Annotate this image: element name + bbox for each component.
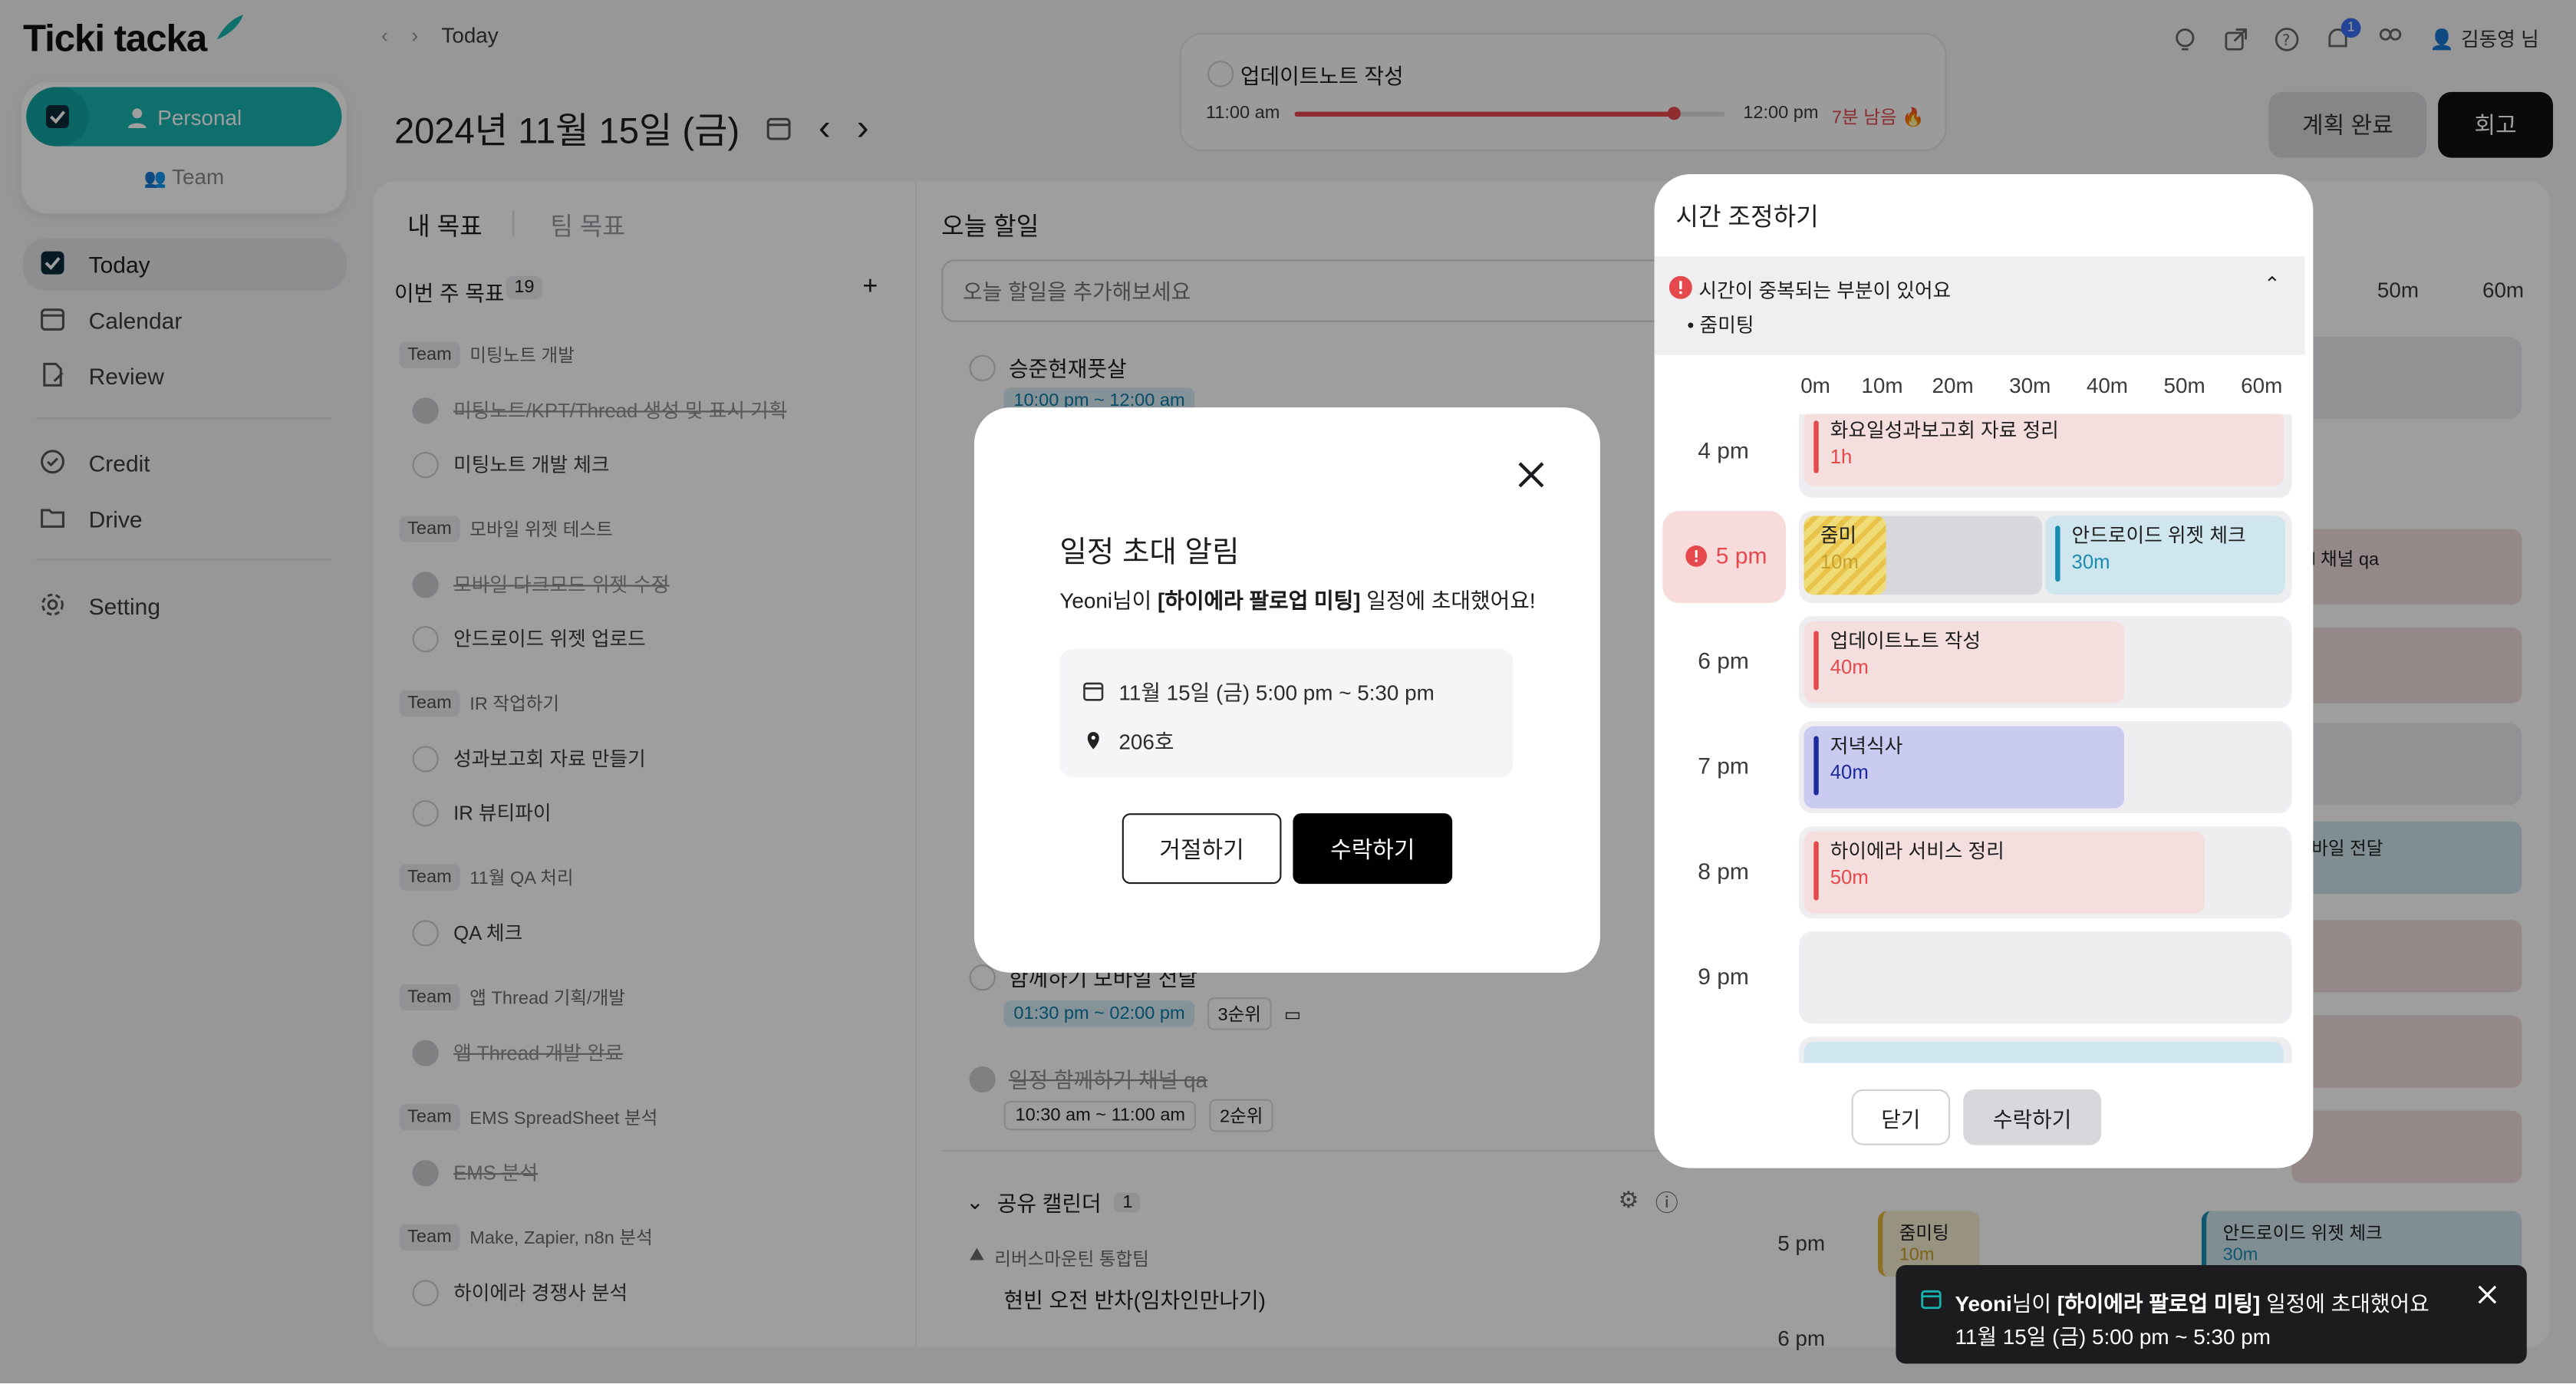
warning-icon bbox=[1686, 544, 1708, 566]
schedule-event[interactable]: 저녁식사 40m bbox=[1804, 726, 2125, 809]
invite-toast[interactable]: Yeoni님이 [하이에라 팔로업 미팅] 일정에 초대했어요 11월 15일 … bbox=[1896, 1265, 2527, 1364]
event-color-bar bbox=[1813, 736, 1819, 796]
hour-lane[interactable]: 하이에라 서비스 정리 50m bbox=[1799, 826, 2292, 919]
close-button[interactable]: 닫기 bbox=[1851, 1089, 1951, 1145]
invite-msg-event: [하이에라 팔로업 미팅] bbox=[1157, 588, 1361, 613]
event-color-bar bbox=[1813, 841, 1819, 901]
col-label: 20m bbox=[1932, 373, 1974, 398]
time-grid: 4 pm 5 pm 6 pm 7 pm 8 pm 9 pm 화요일성과보고회 자… bbox=[1655, 414, 2314, 1063]
event-duration: 30m bbox=[2071, 550, 2110, 574]
col-label: 10m bbox=[1861, 373, 1903, 398]
event-label: 하이에라 서비스 정리 bbox=[1830, 839, 2004, 863]
toast-time: 11월 15일 (금) 5:00 pm ~ 5:30 pm bbox=[1955, 1324, 2271, 1349]
hour-label: 9 pm bbox=[1698, 962, 1749, 990]
event-color-bar bbox=[1813, 420, 1819, 473]
hour-label: 8 pm bbox=[1698, 857, 1749, 885]
invite-msg-pre: Yeoni님이 bbox=[1059, 588, 1158, 613]
toast-message: Yeoni님이 [하이에라 팔로업 미팅] 일정에 초대했어요 bbox=[1955, 1287, 2429, 1318]
event-duration: 40m bbox=[1830, 655, 1869, 679]
event-duration: 10m bbox=[1820, 550, 1859, 574]
decline-button[interactable]: 거절하기 bbox=[1122, 813, 1282, 885]
hour-lane[interactable]: 업데이트노트 작성 40m bbox=[1799, 616, 2292, 709]
hour-lane[interactable] bbox=[1799, 931, 2292, 1024]
accept-button[interactable]: 수락하기 bbox=[1293, 813, 1453, 885]
event-label: 안드로이드 위젯 체크 bbox=[2071, 524, 2246, 548]
hour-lane[interactable]: 저녁식사 40m bbox=[1799, 721, 2292, 814]
accept-button[interactable]: 수락하기 bbox=[1963, 1089, 2102, 1145]
conflict-item: • 줌미팅 bbox=[1687, 314, 1754, 338]
calendar-icon bbox=[1083, 682, 1104, 701]
app-screen: Ticki tacka Personal 👥 Team Today Calend… bbox=[0, 0, 2576, 1384]
hour-label: 4 pm bbox=[1698, 437, 1749, 463]
time-adjust-dialog: 시간 조정하기 시간이 중복되는 부분이 있어요 • 줌미팅 ⌃ 0m 10m … bbox=[1654, 174, 2314, 1168]
event-duration: 1h bbox=[1830, 445, 1853, 469]
time-adjust-title: 시간 조정하기 bbox=[1675, 203, 1819, 232]
toast-pre: 님이 bbox=[2011, 1291, 2057, 1316]
invite-when: 11월 15일 (금) 5:00 pm ~ 5:30 pm bbox=[1118, 680, 1435, 705]
col-label: 50m bbox=[2163, 373, 2205, 398]
col-label: 60m bbox=[2241, 373, 2283, 398]
calendar-icon bbox=[1921, 1288, 1942, 1310]
hour-lane[interactable]: 화요일성과보고회 자료 정리 1h bbox=[1799, 414, 2292, 498]
schedule-event[interactable] bbox=[1804, 1041, 2284, 1063]
close-icon[interactable] bbox=[2478, 1285, 2498, 1305]
invite-msg-post: 일정에 초대했어요! bbox=[1360, 588, 1536, 613]
warning-text: 시간이 중복되는 부분이 있어요 bbox=[1698, 279, 1952, 303]
location-pin-icon bbox=[1087, 732, 1099, 750]
col-label: 40m bbox=[2086, 373, 2129, 398]
col-label: 30m bbox=[2009, 373, 2051, 398]
schedule-event[interactable]: 화요일성과보고회 자료 정리 1h bbox=[1804, 414, 2284, 486]
event-label: 화요일성과보고회 자료 정리 bbox=[1830, 419, 2059, 443]
event-color-bar bbox=[1813, 631, 1819, 690]
col-label: 0m bbox=[1800, 373, 1830, 398]
invite-message: Yeoni님이 [하이에라 팔로업 미팅] 일정에 초대했어요! bbox=[1059, 583, 1535, 615]
hour-label-conflict: 5 pm bbox=[1678, 542, 1776, 568]
invite-title: 일정 초대 알림 bbox=[1059, 535, 1240, 568]
invite-details-card: 11월 15일 (금) 5:00 pm ~ 5:30 pm 206호 bbox=[1059, 648, 1514, 777]
chevron-up-icon[interactable]: ⌃ bbox=[2264, 273, 2281, 296]
conflict-event[interactable]: 줌미 10m bbox=[1804, 516, 1886, 595]
event-label: 저녁식사 bbox=[1830, 734, 1903, 758]
event-label: 줌미 bbox=[1820, 524, 1857, 548]
invite-where: 206호 bbox=[1118, 729, 1174, 754]
toast-event: [하이에라 팔로업 미팅] bbox=[2057, 1291, 2261, 1316]
invite-where-row: 206호 bbox=[1082, 724, 1174, 756]
hour-lane[interactable]: 줌미 10m 안드로이드 위젯 체크 30m bbox=[1799, 511, 2292, 603]
invite-dialog: 일정 초대 알림 Yeoni님이 [하이에라 팔로업 미팅] 일정에 초대했어요… bbox=[973, 407, 1600, 973]
toast-post: 일정에 초대했어요 bbox=[2260, 1291, 2429, 1316]
hour-lane[interactable] bbox=[1799, 1036, 2292, 1063]
event-color-bar bbox=[2055, 526, 2060, 582]
event-label: 업데이트노트 작성 bbox=[1830, 629, 1981, 653]
hour-label: 7 pm bbox=[1698, 752, 1749, 779]
schedule-event[interactable]: 업데이트노트 작성 40m bbox=[1804, 621, 2125, 704]
schedule-event[interactable]: 하이에라 서비스 정리 50m bbox=[1804, 831, 2205, 914]
overlap-warning[interactable]: 시간이 중복되는 부분이 있어요 • 줌미팅 ⌃ bbox=[1654, 256, 2305, 355]
toast-sender: Yeoni bbox=[1955, 1291, 2012, 1316]
schedule-event[interactable]: 안드로이드 위젯 체크 30m bbox=[2045, 516, 2285, 595]
invite-when-row: 11월 15일 (금) 5:00 pm ~ 5:30 pm bbox=[1082, 675, 1435, 707]
event-duration: 40m bbox=[1830, 760, 1869, 784]
hour-label: 6 pm bbox=[1698, 647, 1749, 674]
event-duration: 50m bbox=[1830, 865, 1869, 889]
hour-text: 5 pm bbox=[1715, 542, 1767, 568]
close-icon[interactable] bbox=[1513, 456, 1549, 493]
warning-icon bbox=[1668, 275, 1692, 299]
